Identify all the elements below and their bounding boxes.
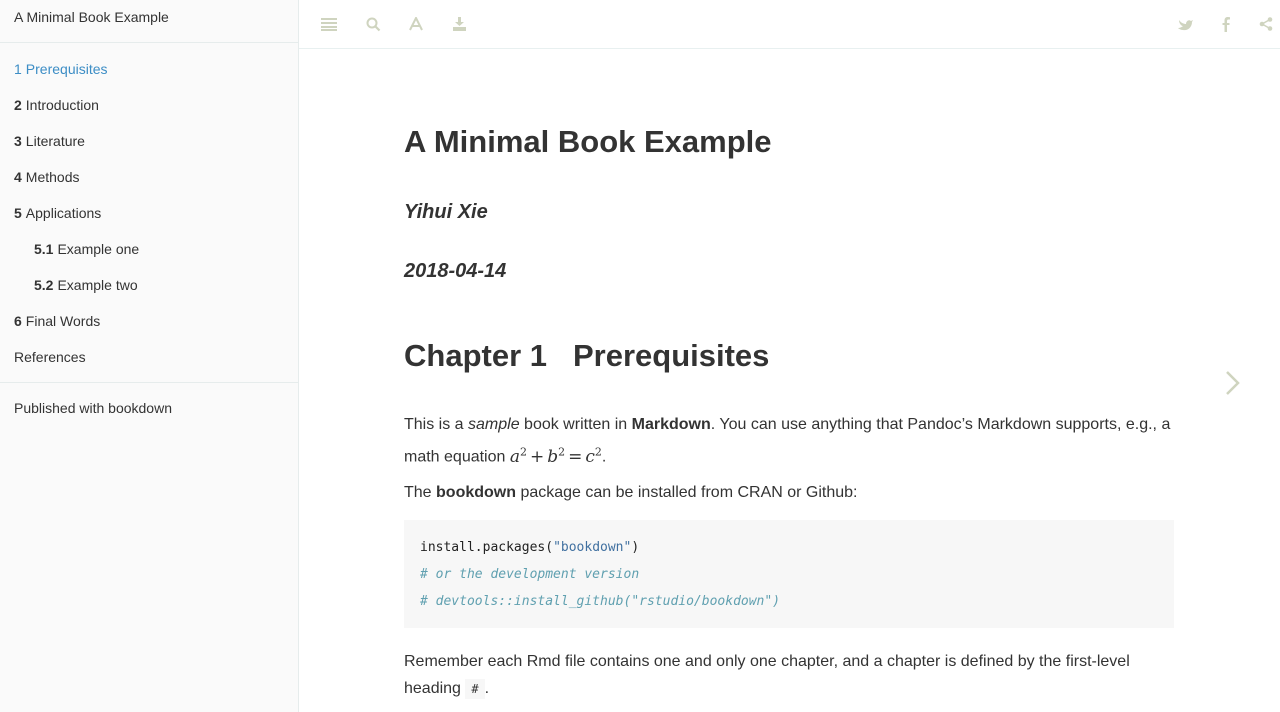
published-with-bookdown-link[interactable]: Published with bookdown (0, 390, 298, 426)
toc-item-number: 4 (14, 169, 22, 185)
toggle-sidebar-button[interactable] (319, 14, 339, 34)
toc-item-label: Prerequisites (25, 61, 108, 77)
toc-item-number: 5.1 (34, 241, 54, 257)
chapter-title: Prerequisites (572, 338, 770, 373)
math-exponent: 2 (594, 445, 602, 458)
math-var-b: b (547, 446, 559, 467)
toc-item-label: References (14, 349, 86, 365)
toc-item-number: 6 (14, 313, 22, 329)
toc-item-example-two[interactable]: 5.2 Example two (0, 267, 298, 303)
share-twitter-button[interactable] (1175, 14, 1195, 34)
search-button[interactable] (363, 14, 383, 34)
download-icon (452, 16, 466, 31)
sidebar-book-title[interactable]: A Minimal Book Example (0, 0, 298, 43)
toc-item-label: Introduction (25, 97, 99, 113)
menu-icon (321, 18, 337, 31)
toc-item-number: 3 (14, 133, 22, 149)
toc-item-number: 2 (14, 97, 22, 113)
share-facebook-button[interactable] (1216, 14, 1236, 34)
toc-item-example-one[interactable]: 5.1 Example one (0, 231, 298, 267)
code-block[interactable]: install.packages("bookdown") # or the dev… (404, 520, 1174, 628)
book-title: A Minimal Book Example (404, 124, 772, 159)
toc-item-introduction[interactable]: 2 Introduction (0, 87, 298, 123)
math-exponent: 2 (520, 445, 527, 458)
share-icon (1259, 17, 1273, 31)
toc-item-methods[interactable]: 4 Methods (0, 159, 298, 195)
font-settings-button[interactable] (406, 14, 426, 34)
next-page-button[interactable] (1220, 368, 1244, 398)
text: This is a (404, 416, 469, 433)
math-equation: a2 + b2 = c2 (509, 445, 602, 467)
toc-item-label: Applications (25, 205, 102, 221)
code-comment: # or the development version (420, 567, 640, 582)
code-punct: ) (631, 540, 640, 555)
text: . (484, 680, 490, 697)
twitter-icon (1177, 19, 1193, 30)
code-string: "bookdown" (553, 540, 632, 555)
sidebar-divider (0, 382, 298, 383)
emphasis-sample: sample (468, 416, 520, 433)
font-settings-icon (409, 17, 423, 31)
download-button[interactable] (449, 14, 469, 34)
toc-item-applications[interactable]: 5 Applications (0, 195, 298, 231)
date: 2018-04-14 (404, 260, 507, 282)
search-icon (366, 17, 380, 31)
toc-item-number: 1 (14, 61, 22, 77)
text: book written in (519, 416, 632, 433)
toc-item-label: Methods (25, 169, 80, 185)
chapter-number: Chapter 1 (404, 338, 547, 373)
strong-markdown: Markdown (631, 416, 711, 433)
author: Yihui Xie (404, 201, 488, 223)
math-plus: + (530, 446, 545, 467)
share-button[interactable] (1256, 14, 1276, 34)
toc-item-references[interactable]: References (0, 339, 298, 375)
text: The (404, 484, 437, 501)
toolbar (299, 0, 1280, 49)
text: . (601, 448, 607, 466)
text: package can be installed from CRAN or Gi… (516, 484, 858, 501)
toc-item-label: Example one (57, 241, 140, 257)
code-line: install.packages("bookdown") (420, 534, 1158, 561)
math-var-c: c (585, 446, 595, 467)
toc-list: 1 Prerequisites 2 Introduction 3 Literature… (0, 43, 298, 375)
strong-bookdown: bookdown (436, 484, 516, 501)
toc-item-final-words[interactable]: 6 Final Words (0, 303, 298, 339)
toc-item-label: Literature (25, 133, 85, 149)
chapter-rule-paragraph: Remember each Rmd file contains one and … (404, 648, 1174, 703)
toc-item-number: 5 (14, 205, 22, 221)
code-function: install.packages( (420, 540, 554, 555)
code-comment: # devtools::install_github("rstudio/book… (420, 594, 781, 609)
math-equals: = (568, 446, 583, 467)
toc-item-label: Example two (57, 277, 138, 293)
chapter-heading: Chapter 1 Prerequisites (404, 338, 769, 374)
toc-item-literature[interactable]: 3 Literature (0, 123, 298, 159)
toc-item-label: Final Words (25, 313, 101, 329)
math-var-a: a (509, 446, 520, 467)
toc-item-prerequisites[interactable]: 1 Prerequisites (0, 51, 298, 87)
chevron-right-icon (1226, 371, 1240, 395)
text: Remember each Rmd file contains one and … (404, 653, 1130, 697)
facebook-icon (1222, 16, 1230, 32)
install-paragraph: The bookdown package can be installed fr… (404, 479, 1174, 506)
sidebar: A Minimal Book Example 1 Prerequisites 2I… (0, 0, 299, 712)
intro-paragraph: This is a sample book written in Markdow… (404, 411, 1174, 471)
inline-code: # (465, 679, 485, 699)
math-exponent: 2 (558, 445, 566, 458)
toc-item-number: 5.2 (34, 277, 54, 293)
